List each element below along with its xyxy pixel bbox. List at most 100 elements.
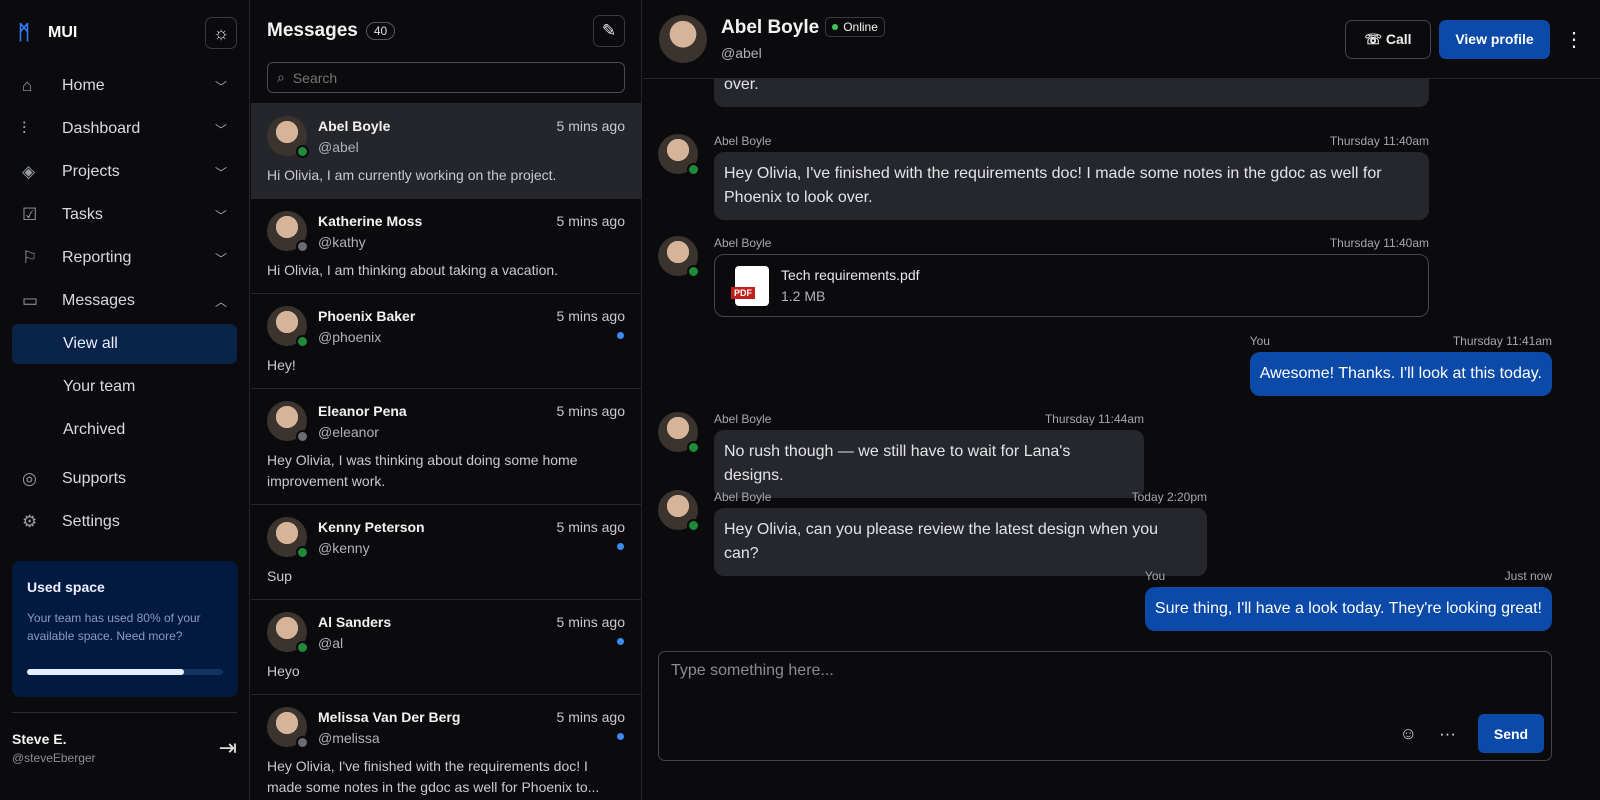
online-status-dot bbox=[296, 546, 309, 559]
user-profile: Steve E. @steveEberger ⇥ bbox=[12, 712, 237, 765]
online-status-dot bbox=[296, 335, 309, 348]
used-space-title: Used space bbox=[27, 579, 105, 595]
conversation-list: Messages 40 ✎ ⌕ Abel Boyle @abel 5 mins a… bbox=[251, 0, 642, 800]
chat-pane: over. Abel Boyle Thursday 11:40am Hey Olivi… bbox=[643, 0, 1600, 800]
search-icon: ⌕ bbox=[277, 69, 285, 85]
message-icon: ▭ bbox=[22, 291, 39, 310]
brand: ᛗ MUI ☼ bbox=[12, 0, 237, 66]
call-button[interactable]: ☏ Call bbox=[1345, 19, 1431, 59]
sidebar-item-reporting[interactable]: ⚐ Reporting ﹀ bbox=[12, 238, 237, 278]
unread-dot bbox=[617, 543, 624, 550]
view-profile-button[interactable]: View profile bbox=[1439, 19, 1550, 59]
avatar bbox=[658, 490, 700, 532]
sidebar-item-dashboard[interactable]: ⫶ Dashboard ﹀ bbox=[12, 109, 237, 149]
conversation-preview: Hey Olivia, I was thinking about doing s… bbox=[267, 452, 578, 489]
more-vertical-icon[interactable]: ⋮ bbox=[1564, 27, 1584, 52]
sidebar-item-supports[interactable]: ◎ Supports bbox=[12, 459, 237, 499]
unread-dot bbox=[617, 733, 624, 740]
sidebar-item-settings[interactable]: ⚙ Settings bbox=[12, 502, 237, 542]
sidebar-item-home[interactable]: ⌂ Home ﹀ bbox=[12, 66, 237, 106]
avatar bbox=[267, 211, 309, 253]
conversation-name: Kenny Peterson bbox=[318, 519, 425, 535]
send-button[interactable]: Send bbox=[1478, 714, 1544, 753]
unread-dot bbox=[617, 638, 624, 645]
mui-logo-icon: ᛗ bbox=[18, 21, 30, 44]
offline-status-dot bbox=[296, 736, 309, 749]
conversation-preview: Heyo bbox=[267, 663, 300, 679]
conversation-item[interactable]: Katherine Moss @kathy 5 mins ago Hi Olivi… bbox=[251, 198, 641, 293]
online-status-dot bbox=[687, 519, 700, 532]
message-time: Thursday 11:44am bbox=[1044, 412, 1144, 426]
conversation-item[interactable]: Kenny Peterson @kenny 5 mins ago Sup bbox=[251, 504, 641, 599]
conversation-item[interactable]: Abel Boyle @abel 5 mins ago Hi Olivia, I … bbox=[251, 103, 641, 198]
conversation-name: Melissa Van Der Berg bbox=[318, 709, 461, 725]
message-meta: Abel Boyle Today 2:20pm bbox=[714, 490, 1207, 508]
avatar bbox=[658, 134, 700, 176]
emoji-icon[interactable]: ☺ bbox=[1400, 724, 1417, 744]
conversation-item[interactable]: Melissa Van Der Berg @melissa 5 mins ago … bbox=[251, 694, 641, 800]
message-sender: Abel Boyle bbox=[714, 134, 772, 148]
online-status-dot bbox=[687, 441, 700, 454]
list-title: Messages bbox=[267, 20, 358, 41]
conversations: Abel Boyle @abel 5 mins ago Hi Olivia, I … bbox=[251, 103, 641, 800]
check-square-icon: ☑ bbox=[22, 205, 38, 224]
used-space-text: Your team has used 80% of your available… bbox=[27, 611, 201, 643]
sidebar-subitem-your-team[interactable]: Your team bbox=[12, 367, 237, 407]
message-sender: Abel Boyle bbox=[714, 412, 772, 426]
logout-icon[interactable]: ⇥ bbox=[219, 735, 237, 765]
conversation-time: 5 mins ago bbox=[556, 614, 625, 630]
file-attachment[interactable]: PDF Tech requirements.pdf 1.2 MB bbox=[714, 254, 1429, 317]
status-text: Online bbox=[843, 20, 878, 34]
conversation-item[interactable]: Eleanor Pena @eleanor 5 mins ago Hey Oliv… bbox=[251, 388, 641, 504]
sidebar-item-projects[interactable]: ◈ Projects ﹀ bbox=[12, 152, 237, 192]
message-bubble: Awesome! Thanks. I'll look at this today… bbox=[1249, 352, 1552, 396]
conversation-item[interactable]: Al Sanders @al 5 mins ago Heyo bbox=[251, 599, 641, 694]
lifebuoy-icon: ◎ bbox=[22, 469, 37, 488]
contact-handle: @abel bbox=[721, 45, 762, 61]
chevron-up-icon: ︿ bbox=[214, 294, 227, 309]
unread-dot bbox=[617, 332, 624, 339]
nav-label: Reporting bbox=[62, 249, 132, 266]
online-status-dot bbox=[687, 265, 700, 278]
avatar bbox=[267, 517, 309, 559]
sidebar-subitem-archived[interactable]: Archived bbox=[12, 410, 237, 450]
user-name: Steve E. bbox=[12, 731, 67, 747]
sidebar: ᛗ MUI ☼ ⌂ Home ﹀ ⫶ Dashboard ﹀ ◈ Projects ﹀ ☑ T… bbox=[0, 0, 250, 800]
status-badge: Online bbox=[825, 17, 885, 37]
avatar bbox=[267, 612, 309, 654]
message-input[interactable] bbox=[659, 652, 1551, 712]
conversation-time: 5 mins ago bbox=[556, 213, 625, 229]
compose-edit-icon[interactable]: ✎ bbox=[593, 15, 625, 47]
conversation-preview: Hey Olivia, I've finished with the requi… bbox=[267, 758, 600, 795]
layers-icon: ◈ bbox=[22, 162, 36, 181]
message-sender: Abel Boyle bbox=[714, 490, 772, 504]
message-sender: You bbox=[1249, 334, 1270, 348]
message-time: Thursday 11:40am bbox=[1329, 236, 1429, 250]
conversation-name: Katherine Moss bbox=[318, 213, 423, 229]
more-horizontal-icon[interactable]: ··· bbox=[1439, 724, 1456, 744]
conversation-preview: Hi Olivia, I am currently working on the… bbox=[267, 167, 557, 183]
conversation-time: 5 mins ago bbox=[556, 403, 625, 419]
file-type-badge: PDF bbox=[731, 286, 755, 299]
message-body: You Thursday 11:41am Awesome! Thanks. I'll… bbox=[1249, 334, 1552, 396]
composer: ☺ ··· Send bbox=[658, 651, 1552, 761]
nav-label: Supports bbox=[62, 470, 127, 487]
message-time: Today 2:20pm bbox=[1131, 490, 1207, 504]
outgoing-message: You Just now Sure thing, I'll have a look … bbox=[1144, 569, 1552, 631]
message-bubble: Hey Olivia, can you please review the la… bbox=[714, 508, 1207, 576]
conversation-item[interactable]: Phoenix Baker @phoenix 5 mins ago Hey! bbox=[251, 293, 641, 388]
chat-header: Abel Boyle Online @abel ☏ Call View profi… bbox=[643, 0, 1600, 79]
sidebar-item-messages[interactable]: ▭ Messages ︿ bbox=[12, 281, 237, 321]
conversation-time: 5 mins ago bbox=[556, 308, 625, 324]
sidebar-item-tasks[interactable]: ☑ Tasks ﹀ bbox=[12, 195, 237, 235]
theme-toggle-sun-icon[interactable]: ☼ bbox=[205, 17, 237, 49]
sidebar-subitem-view-all[interactable]: View all bbox=[12, 324, 237, 364]
conversation-name: Al Sanders bbox=[318, 614, 392, 630]
search-box: ⌕ bbox=[267, 62, 625, 93]
message-meta: You Just now bbox=[1145, 569, 1552, 587]
chevron-down-icon: ﹀ bbox=[214, 122, 227, 137]
avatar bbox=[267, 306, 309, 348]
chevron-down-icon: ﹀ bbox=[214, 251, 227, 266]
message-body: Abel Boyle Today 2:20pm Hey Olivia, can yo… bbox=[714, 490, 1207, 576]
search-input[interactable] bbox=[292, 69, 593, 86]
